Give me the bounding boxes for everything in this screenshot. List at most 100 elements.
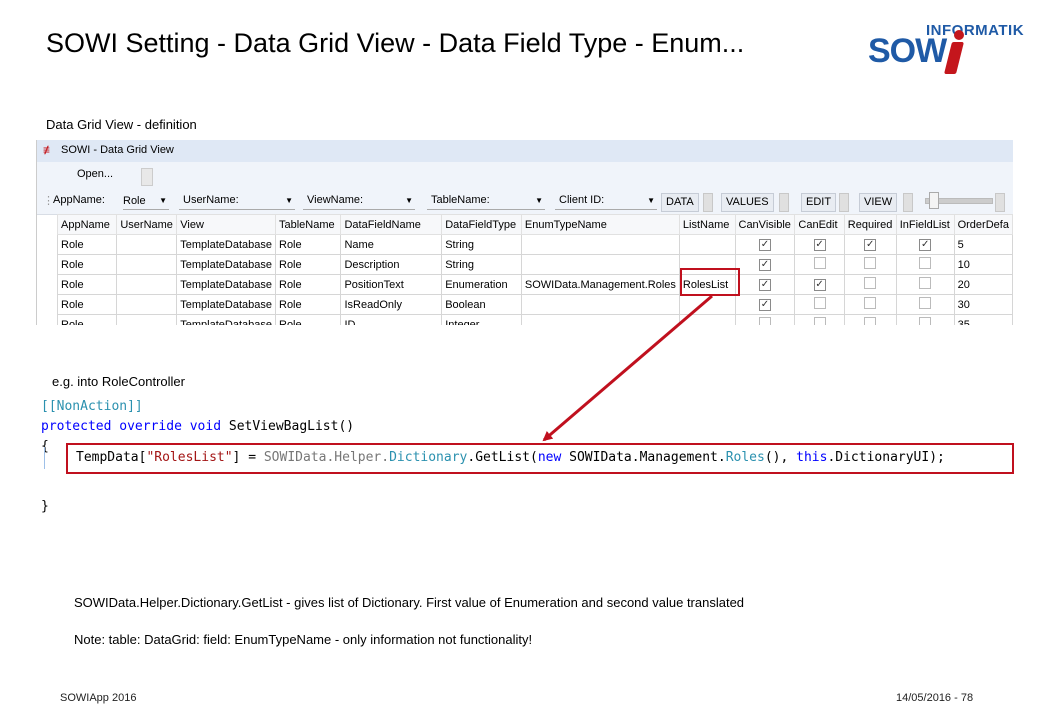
view-button-dropdown[interactable] (903, 193, 913, 212)
checkbox-checked-icon[interactable]: ✓ (919, 239, 932, 251)
note-enumtypename: Note: table: DataGrid: field: EnumTypeNa… (74, 632, 533, 647)
cell-type[interactable]: Integer (441, 314, 522, 325)
zoom-slider-thumb[interactable] (929, 192, 939, 209)
checkbox-checked-icon[interactable]: ✓ (813, 279, 826, 291)
cell-app[interactable]: Role (56, 274, 118, 295)
checkbox-unchecked-icon[interactable] (919, 257, 932, 269)
checkbox-unchecked-icon[interactable] (864, 277, 877, 289)
cell-field[interactable]: Name (340, 234, 443, 255)
edit-button-dropdown[interactable] (839, 193, 849, 212)
cell-type[interactable]: Enumeration (441, 274, 522, 295)
cell-app[interactable]: Role (56, 314, 118, 325)
cell-user[interactable] (116, 274, 178, 295)
cell-app[interactable]: Role (56, 234, 118, 255)
clientid-select[interactable]: ▼ (555, 193, 657, 210)
cell-enum[interactable] (520, 314, 680, 325)
column-header[interactable]: CanVisible (734, 214, 796, 235)
cell-enum[interactable] (520, 234, 680, 255)
checkbox-unchecked-icon[interactable] (864, 297, 877, 309)
cell-view[interactable]: TemplateDatabase (176, 234, 276, 255)
window-title: SOWI - Data Grid View (61, 144, 174, 156)
column-header[interactable]: Required (843, 214, 897, 235)
cell-table[interactable]: Role (274, 234, 342, 255)
cell-field[interactable]: IsReadOnly (340, 294, 443, 315)
open-button[interactable]: Open... (77, 168, 113, 180)
checkbox-unchecked-icon[interactable] (813, 257, 826, 269)
checkbox-unchecked-icon[interactable] (919, 277, 932, 289)
column-header[interactable]: TableName (274, 214, 342, 235)
table-row[interactable]: Role TemplateDatabase Role Description Strin… (56, 254, 1013, 275)
column-header[interactable]: EnumTypeName (520, 214, 680, 235)
column-header[interactable]: CanEdit (794, 214, 845, 235)
checkbox-checked-icon[interactable]: ✓ (864, 239, 877, 251)
view-button[interactable]: VIEW (859, 193, 898, 212)
data-button[interactable]: DATA (661, 193, 699, 212)
cell-enum[interactable] (520, 294, 680, 315)
column-header[interactable]: DataFieldName (340, 214, 443, 235)
checkbox-unchecked-icon[interactable] (813, 317, 826, 325)
cell-order[interactable]: 30 (953, 294, 1013, 315)
cell-type[interactable]: String (441, 254, 522, 275)
column-header[interactable]: OrderDefa (953, 214, 1013, 235)
column-header[interactable]: UserName (116, 214, 178, 235)
cell-view[interactable]: TemplateDatabase (176, 314, 276, 325)
checkbox-checked-icon[interactable]: ✓ (758, 299, 771, 311)
username-select[interactable]: ▼ (179, 193, 295, 210)
viewname-select[interactable]: ▼ (303, 193, 415, 210)
cell-app[interactable]: Role (56, 254, 118, 275)
cell-user[interactable] (116, 234, 178, 255)
cell-list[interactable] (678, 294, 736, 315)
cell-view[interactable]: TemplateDatabase (176, 274, 276, 295)
open-dropdown-arrow[interactable] (141, 168, 153, 186)
table-row[interactable]: Role TemplateDatabase Role ID Integer 35 (56, 314, 1013, 325)
column-header[interactable]: DataFieldType (441, 214, 522, 235)
cell-type[interactable]: Boolean (441, 294, 522, 315)
cell-app[interactable]: Role (56, 294, 118, 315)
checkbox-unchecked-icon[interactable] (813, 297, 826, 309)
checkbox-checked-icon[interactable]: ✓ (813, 239, 826, 251)
cell-user[interactable] (116, 254, 178, 275)
cell-table[interactable]: Role (274, 294, 342, 315)
cell-view[interactable]: TemplateDatabase (176, 294, 276, 315)
column-header[interactable]: InFieldList (895, 214, 955, 235)
table-row[interactable]: Role TemplateDatabase Role IsReadOnly Boolea… (56, 294, 1013, 315)
cell-enum[interactable] (520, 254, 680, 275)
cell-order[interactable]: 10 (953, 254, 1013, 275)
cell-list[interactable] (678, 314, 736, 325)
table-row[interactable]: Role TemplateDatabase Role PositionText Enum… (56, 274, 1013, 295)
checkbox-unchecked-icon[interactable] (758, 317, 771, 325)
checkbox-checked-icon[interactable]: ✓ (758, 239, 771, 251)
cell-user[interactable] (116, 314, 178, 325)
toolbar-overflow[interactable] (995, 193, 1005, 212)
cell-table[interactable]: Role (274, 314, 342, 325)
cell-table[interactable]: Role (274, 254, 342, 275)
data-button-dropdown[interactable] (703, 193, 713, 212)
cell-type[interactable]: String (441, 234, 522, 255)
cell-enum[interactable]: SOWIData.Management.Roles (520, 274, 680, 295)
cell-view[interactable]: TemplateDatabase (176, 254, 276, 275)
checkbox-checked-icon[interactable]: ✓ (758, 279, 771, 291)
values-button-dropdown[interactable] (779, 193, 789, 212)
cell-order[interactable]: 5 (953, 234, 1013, 255)
cell-field[interactable]: Description (340, 254, 443, 275)
tablename-select[interactable]: ▼ (427, 193, 545, 210)
cell-order[interactable]: 20 (953, 274, 1013, 295)
cell-field[interactable]: PositionText (340, 274, 443, 295)
cell-user[interactable] (116, 294, 178, 315)
appname-select[interactable]: Role ▼ (123, 193, 169, 210)
column-header[interactable]: ListName (678, 214, 736, 235)
checkbox-unchecked-icon[interactable] (864, 317, 877, 325)
cell-table[interactable]: Role (274, 274, 342, 295)
checkbox-unchecked-icon[interactable] (919, 317, 932, 325)
edit-button[interactable]: EDIT (801, 193, 837, 212)
table-row[interactable]: Role TemplateDatabase Role Name String ✓ ✓ ✓ ✓ 5 (56, 234, 1013, 255)
cell-list[interactable] (678, 234, 736, 255)
cell-field[interactable]: ID (340, 314, 443, 325)
checkbox-unchecked-icon[interactable] (864, 257, 877, 269)
column-header[interactable]: View (176, 214, 276, 235)
checkbox-checked-icon[interactable]: ✓ (758, 259, 771, 271)
values-button[interactable]: VALUES (721, 193, 774, 212)
column-header[interactable]: AppName (56, 214, 118, 235)
checkbox-unchecked-icon[interactable] (919, 297, 932, 309)
cell-order[interactable]: 35 (953, 314, 1013, 325)
